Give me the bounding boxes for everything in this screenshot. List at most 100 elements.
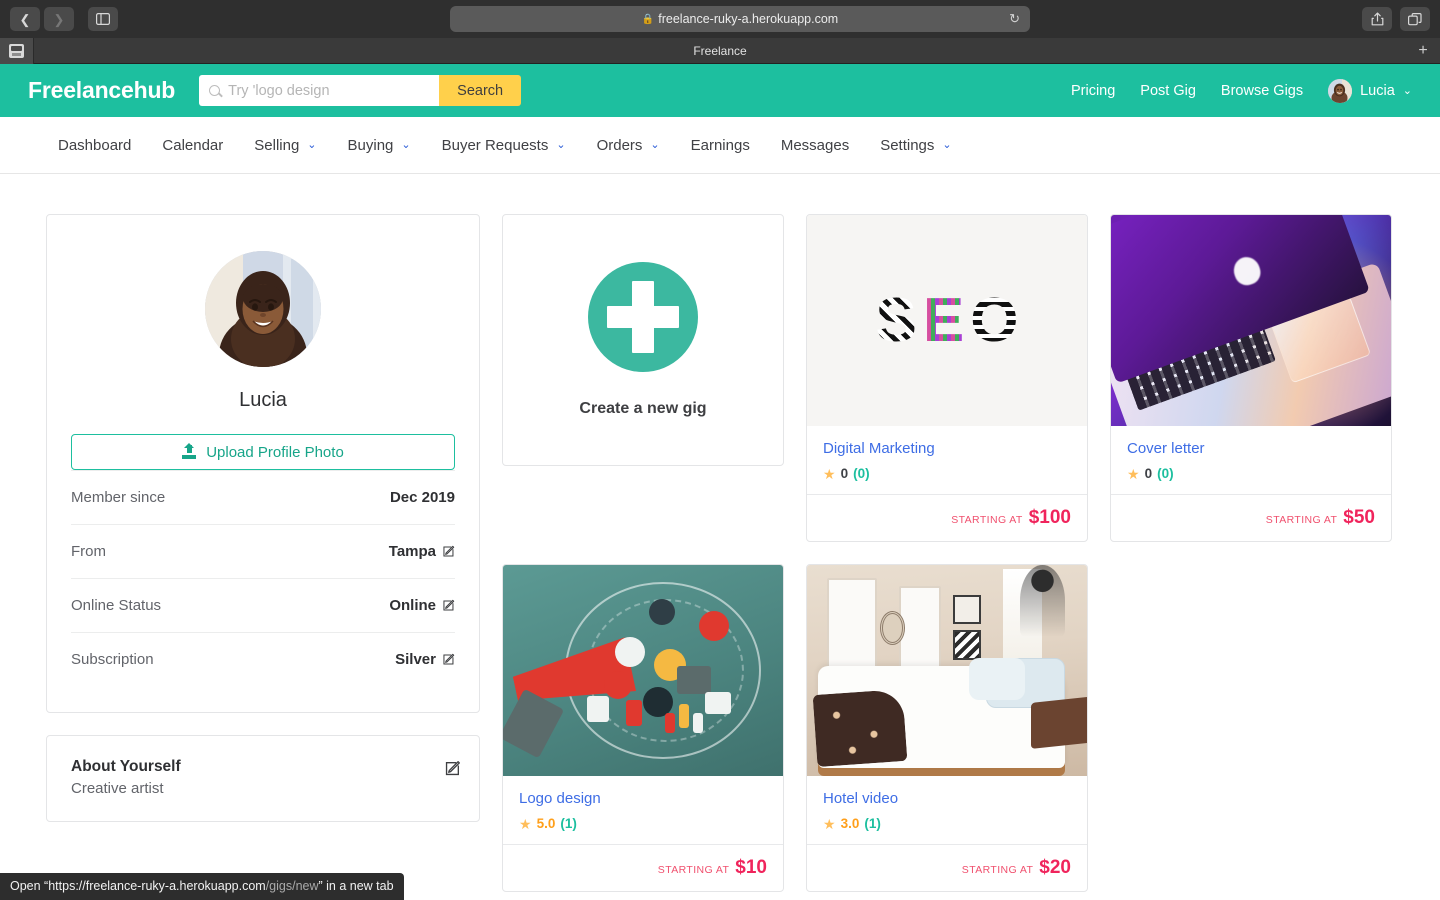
create-new-gig-label: Create a new gig: [579, 400, 707, 417]
nav-label: Dashboard: [58, 136, 132, 154]
nav-label: Selling: [254, 136, 300, 154]
gig-card[interactable]: Cover letter ★ 0 (0) STARTING AT $50: [1110, 214, 1392, 542]
starting-at-label: STARTING AT: [657, 864, 730, 876]
create-new-gig-card[interactable]: Create a new gig: [502, 214, 784, 466]
search-input[interactable]: Try 'logo design: [199, 75, 440, 106]
nav-item-buyer-requests[interactable]: Buyer Requests ⌄: [442, 137, 566, 154]
gig-grid: Create a new gig S E O Digital Marketing…: [502, 214, 1392, 892]
gig-rating: ★ 0 (0): [823, 466, 1071, 481]
gig-title[interactable]: Digital Marketing: [823, 440, 1071, 457]
chevron-down-icon: ⌄: [1402, 85, 1412, 97]
new-tab-overview-icon[interactable]: [1400, 7, 1430, 31]
purple-laptop-photo: [1111, 215, 1391, 426]
user-menu[interactable]: Lucia ⌄: [1328, 78, 1412, 103]
row-label: Online Status: [71, 597, 162, 614]
row-value: Silver: [395, 651, 436, 668]
row-value-wrap: Silver: [395, 651, 455, 668]
upload-profile-photo-button[interactable]: Upload Profile Photo: [71, 434, 455, 470]
nav-item-settings[interactable]: Settings ⌄: [880, 137, 951, 154]
edit-icon[interactable]: [444, 760, 460, 776]
nav-item-earnings[interactable]: Earnings: [691, 137, 750, 154]
back-arrow-icon[interactable]: ❮: [10, 7, 40, 31]
header-links: Pricing Post Gig Browse Gigs Lucia ⌄: [1071, 78, 1412, 103]
gigs-column: Create a new gig S E O Digital Marketing…: [502, 214, 1392, 892]
browser-tab[interactable]: Freelance: [34, 44, 1406, 58]
nav-label: Buyer Requests: [441, 136, 549, 154]
gig-title[interactable]: Logo design: [519, 790, 767, 807]
nav-item-buying[interactable]: Buying ⌄: [348, 137, 411, 154]
nav-item-messages[interactable]: Messages: [781, 137, 849, 154]
new-tab-button[interactable]: +: [1406, 42, 1440, 60]
nav-item-dashboard[interactable]: Dashboard: [58, 137, 131, 154]
nav-item-calendar[interactable]: Calendar: [162, 137, 223, 154]
rating-value: 0: [1144, 466, 1153, 481]
seo-letters-photo: S E O: [807, 215, 1087, 426]
row-value: Online: [389, 597, 436, 614]
nav-label: Orders: [596, 136, 643, 154]
profile-row-online-status: Online Status Online: [71, 578, 455, 632]
row-label: Member since: [71, 489, 166, 506]
browser-tabstrip: Freelance +: [0, 37, 1440, 64]
nav-label: Settings: [880, 136, 935, 154]
gig-price: $20: [1039, 857, 1071, 878]
gig-price-row: STARTING AT $100: [807, 494, 1087, 541]
star-icon: ★: [1127, 465, 1140, 482]
header-link-browse-gigs[interactable]: Browse Gigs: [1221, 83, 1303, 99]
upload-icon: [182, 443, 197, 459]
status-prefix: Open “https://freelance-ruky-a.herokuapp…: [10, 879, 266, 893]
rating-count: (0): [853, 466, 870, 481]
chevron-down-icon: ⌄: [401, 138, 411, 151]
about-yourself-card: About Yourself Creative artist: [46, 735, 480, 822]
toolbar-right-buttons: [1362, 7, 1430, 31]
gig-title[interactable]: Cover letter: [1127, 440, 1375, 457]
chevron-down-icon: ⌄: [307, 138, 317, 151]
nav-item-orders[interactable]: Orders ⌄: [597, 137, 660, 154]
gig-card[interactable]: Hotel video ★ 3.0 (1) STARTING AT $20: [806, 564, 1088, 892]
edit-icon[interactable]: [442, 545, 455, 558]
rating-value: 0: [840, 466, 849, 481]
main-navigation: Dashboard Calendar Selling ⌄ Buying ⌄ Bu…: [0, 117, 1440, 174]
nav-item-selling[interactable]: Selling ⌄: [254, 137, 316, 154]
sidebar-toggle-icon[interactable]: [88, 7, 118, 31]
profile-card: Lucia Upload Profile Photo Member since …: [46, 214, 480, 713]
profile-row-subscription: Subscription Silver: [71, 632, 455, 686]
row-value: Dec 2019: [389, 489, 455, 506]
share-icon[interactable]: [1362, 7, 1392, 31]
header-link-post-gig[interactable]: Post Gig: [1140, 83, 1196, 99]
about-text: Creative artist: [71, 780, 164, 797]
browser-chrome: ❮ ❯ 🔒 freelance-ruky-a.herokuapp.com ↻ F…: [0, 0, 1440, 64]
gig-card[interactable]: S E O Digital Marketing ★ 0 (0) STARTING…: [806, 214, 1088, 542]
row-label: Subscription: [71, 651, 154, 668]
row-value-wrap: Tampa: [389, 543, 455, 560]
gig-body: Hotel video ★ 3.0 (1): [807, 776, 1087, 844]
gig-title[interactable]: Hotel video: [823, 790, 1071, 807]
starting-at-label: STARTING AT: [961, 864, 1034, 876]
lock-icon: 🔒: [641, 13, 655, 25]
profile-row-member-since: Member since Dec 2019: [71, 470, 455, 524]
gig-body: Cover letter ★ 0 (0): [1111, 426, 1391, 494]
gig-price: $50: [1343, 507, 1375, 528]
plus-icon: [588, 262, 698, 372]
browser-toolbar: ❮ ❯ 🔒 freelance-ruky-a.herokuapp.com ↻: [0, 0, 1440, 38]
gig-rating: ★ 5.0 (1): [519, 816, 767, 831]
profile-column: Lucia Upload Profile Photo Member since …: [46, 214, 480, 892]
address-bar[interactable]: 🔒 freelance-ruky-a.herokuapp.com ↻: [450, 6, 1030, 32]
edit-icon[interactable]: [442, 653, 455, 666]
forward-arrow-icon: ❯: [44, 7, 74, 31]
reload-icon[interactable]: ↻: [1009, 11, 1020, 27]
rating-value: 5.0: [536, 816, 556, 831]
search-button[interactable]: Search: [439, 75, 522, 106]
address-bar-url: freelance-ruky-a.herokuapp.com: [658, 12, 839, 26]
marketing-megaphone-illustration: [503, 565, 783, 776]
upload-profile-photo-label: Upload Profile Photo: [206, 443, 344, 461]
search-icon: [209, 85, 221, 96]
gig-price: $100: [1028, 507, 1071, 528]
gig-card[interactable]: Logo design ★ 5.0 (1) STARTING AT $10: [502, 564, 784, 892]
edit-icon[interactable]: [442, 599, 455, 612]
site-logo[interactable]: Freelancehub: [28, 77, 175, 104]
header-link-pricing[interactable]: Pricing: [1071, 83, 1115, 99]
star-icon: ★: [823, 815, 836, 832]
user-avatar-photo: [205, 251, 321, 367]
gig-price: $10: [735, 857, 767, 878]
gig-price-row: STARTING AT $10: [503, 844, 783, 891]
